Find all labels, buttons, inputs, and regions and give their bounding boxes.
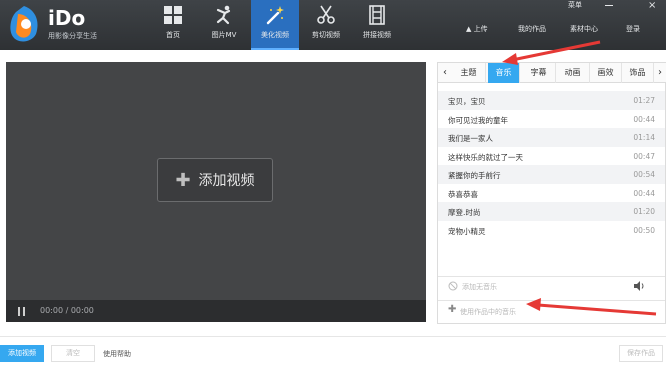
list-item[interactable]: 你可见过我的童年 00:44 xyxy=(438,110,665,129)
help-link[interactable]: 使用帮助 xyxy=(103,349,131,359)
nav-home[interactable]: 首页 xyxy=(149,0,197,50)
magic-wand-icon xyxy=(266,6,284,25)
materials-link[interactable]: 素材中心 xyxy=(570,24,598,34)
music-title: 我们是一家人 xyxy=(448,134,493,143)
video-preview: ✚ 添加视频 xyxy=(6,62,426,300)
top-bar: iDo 用影像分享生活 首页 图片MV 美化视频 剪切视频 拼接视频 菜单 × … xyxy=(0,0,666,50)
timecode: 00:00 / 00:00 xyxy=(40,306,94,315)
scissors-icon xyxy=(317,5,335,24)
music-duration: 00:47 xyxy=(633,151,655,161)
minimize-icon[interactable] xyxy=(605,5,613,6)
tab-theme[interactable]: 主题 xyxy=(452,63,486,83)
list-item[interactable]: 我们是一家人 01:14 xyxy=(438,128,665,147)
tabs-prev-arrow-icon[interactable]: ‹ xyxy=(438,63,452,83)
ido-logo-icon xyxy=(10,6,38,42)
music-duration: 00:54 xyxy=(633,170,655,179)
music-title: 紧握你的手前行 xyxy=(448,171,501,180)
login-link[interactable]: 登录 xyxy=(626,24,640,34)
nav-beautify-video-label: 美化视频 xyxy=(261,31,289,39)
list-item[interactable]: 紧握你的手前行 00:54 xyxy=(438,165,665,184)
add-video-label: 添加视频 xyxy=(198,173,255,189)
plus-icon: ✚ xyxy=(448,304,457,315)
list-item[interactable]: 摩登.时尚 01:20 xyxy=(438,202,665,221)
music-title: 宠物小精灵 xyxy=(448,226,486,236)
nav-cut-video[interactable]: 剪切视频 xyxy=(302,0,350,50)
upload-arrow-icon: ▲ xyxy=(466,25,474,33)
brand-slogan: 用影像分享生活 xyxy=(48,32,97,40)
home-grid-icon xyxy=(164,6,182,24)
music-duration: 00:50 xyxy=(633,225,655,235)
add-video-button-bottom[interactable]: 添加视频 xyxy=(0,345,44,362)
app-window: iDo 用影像分享生活 首页 图片MV 美化视频 剪切视频 拼接视频 菜单 × … xyxy=(0,0,666,371)
panel-tabs: ‹ 主题 音乐 字幕 动画 画效 饰品 › xyxy=(438,63,666,83)
dancer-icon xyxy=(216,5,231,25)
nav-home-label: 首页 xyxy=(166,31,180,39)
tab-music[interactable]: 音乐 xyxy=(488,63,520,83)
music-title: 你可见过我的童年 xyxy=(448,115,508,125)
pause-icon[interactable] xyxy=(18,307,26,316)
tab-effect[interactable]: 画效 xyxy=(590,63,622,83)
nav-beautify-video[interactable]: 美化视频 xyxy=(251,0,299,50)
tab-ornament[interactable]: 饰品 xyxy=(622,63,654,83)
no-music-label: 添加无音乐 xyxy=(462,283,497,291)
upload-link[interactable]: ▲ 上传 xyxy=(466,24,488,34)
menu-button[interactable]: 菜单 xyxy=(568,0,582,10)
save-work-button[interactable]: 保存作品 xyxy=(619,345,663,362)
music-title: 这样快乐的就过了一天 xyxy=(448,152,523,162)
music-duration: 01:27 xyxy=(633,96,655,105)
tab-animation[interactable]: 动画 xyxy=(556,63,590,83)
tab-subtitle[interactable]: 字幕 xyxy=(522,63,556,83)
music-title: 宝贝，宝贝 xyxy=(448,97,486,106)
bottom-bar: 添加视频 清空 使用帮助 保存作品 xyxy=(0,336,666,371)
music-duration: 01:20 xyxy=(633,207,655,216)
nav-photo-mv-label: 图片MV xyxy=(211,31,237,39)
player-controls: 00:00 / 00:00 xyxy=(6,300,426,322)
tabs-next-arrow-icon[interactable]: › xyxy=(653,63,666,83)
no-sound-icon xyxy=(448,281,458,291)
nav-cut-video-label: 剪切视频 xyxy=(312,31,340,39)
nav-join-video-label: 拼接视频 xyxy=(363,31,391,39)
brand-name: iDo xyxy=(48,6,86,30)
use-work-music-label: 使用作品中的音乐 xyxy=(460,308,516,316)
volume-icon[interactable] xyxy=(633,280,645,292)
music-title: 恭喜恭喜 xyxy=(448,189,478,199)
my-works-link[interactable]: 我的作品 xyxy=(518,24,546,34)
no-music-option[interactable]: 添加无音乐 xyxy=(438,276,665,294)
music-title: 摩登.时尚 xyxy=(448,208,481,217)
music-duration: 01:14 xyxy=(633,133,655,142)
list-item[interactable]: 宝贝，宝贝 01:27 xyxy=(438,91,665,110)
music-list: 宝贝，宝贝 01:27 你可见过我的童年 00:44 我们是一家人 01:14 这样快… xyxy=(438,91,665,239)
close-icon[interactable]: × xyxy=(648,0,656,11)
upload-label: 上传 xyxy=(473,25,488,33)
clear-button[interactable]: 清空 xyxy=(51,345,95,362)
plus-icon: ✚ xyxy=(175,169,191,191)
effects-panel: ‹ 主题 音乐 字幕 动画 画效 饰品 › 宝贝，宝贝 01:27 你可见过我的童… xyxy=(437,62,666,324)
list-item[interactable]: 宠物小精灵 00:50 xyxy=(438,221,665,240)
film-strip-icon xyxy=(369,5,385,25)
list-item[interactable]: 这样快乐的就过了一天 00:47 xyxy=(438,147,665,166)
list-item[interactable]: 恭喜恭喜 00:44 xyxy=(438,184,665,203)
nav-join-video[interactable]: 拼接视频 xyxy=(353,0,401,50)
add-video-button[interactable]: ✚ 添加视频 xyxy=(157,158,273,202)
nav-photo-mv[interactable]: 图片MV xyxy=(200,0,248,50)
use-work-music-option[interactable]: ✚ 使用作品中的音乐 xyxy=(438,300,665,320)
music-duration: 00:44 xyxy=(633,114,655,124)
music-duration: 00:44 xyxy=(633,188,655,198)
